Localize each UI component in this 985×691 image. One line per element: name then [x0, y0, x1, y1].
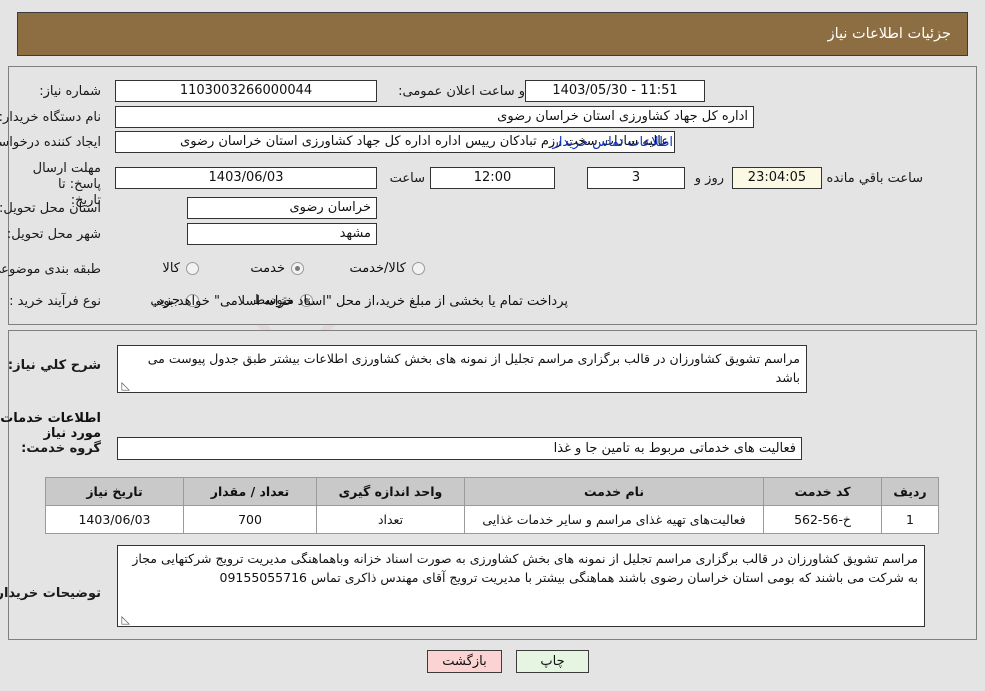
cell-quantity: 700: [183, 505, 317, 534]
col-header-quantity: تعداد / مقدار: [183, 477, 317, 506]
deadline-time-value: 12:00: [430, 167, 555, 189]
province-value: خراسان رضوی: [187, 197, 377, 219]
category-label: طبقه بندی موضوعی:: [0, 262, 101, 277]
description-value: مراسم تشویق کشاورزان در قالب برگزاری مرا…: [147, 351, 800, 385]
category-option-kala-khedmat[interactable]: کالا/خدمت: [349, 261, 425, 276]
need-details-page: جزئیات اطلاعات نیاز شماره نیاز: 11030032…: [0, 0, 985, 691]
category-option-label: کالا/خدمت: [349, 261, 406, 276]
buyer-contact-link[interactable]: اطلاعات تماس خریدار: [553, 135, 673, 150]
days-remaining-value: 3: [587, 167, 685, 189]
buyer-notes-label: توضیحات خریدار:: [0, 586, 101, 601]
cell-code: خ-56-562: [763, 505, 882, 534]
hour-label: ساعت: [389, 171, 425, 186]
page-title: جزئیات اطلاعات نیاز: [827, 26, 951, 42]
back-button[interactable]: بازگشت: [427, 650, 502, 673]
deadline-date-value: 1403/06/03: [115, 167, 377, 189]
requester-label: ایجاد کننده درخواست:: [0, 135, 101, 150]
city-value: مشهد: [187, 223, 377, 245]
category-option-kala[interactable]: کالا: [162, 261, 199, 276]
radio-indicator: [291, 262, 304, 275]
cell-date: 1403/06/03: [45, 505, 184, 534]
print-button[interactable]: چاپ: [516, 650, 589, 673]
col-header-unit: واحد اندازه گیری: [316, 477, 465, 506]
col-header-row: ردیف: [881, 477, 939, 506]
summary-panel: [8, 66, 977, 325]
buyer-org-label: نام دستگاه خریدار:: [0, 110, 101, 125]
radio-indicator: [412, 262, 425, 275]
countdown-value: 23:04:05: [732, 167, 822, 189]
service-group-label: گروه خدمت:: [21, 441, 101, 456]
category-option-label: کالا: [162, 261, 180, 276]
cell-name: فعالیت‌های تهیه غذای مراسم و سایر خدمات …: [464, 505, 764, 534]
services-table: ردیف کد خدمت نام خدمت واحد اندازه گیری ت…: [45, 477, 939, 534]
service-group-value: فعالیت های خدماتی مربوط به تامین جا و غذ…: [117, 437, 802, 460]
col-header-name: نام خدمت: [464, 477, 764, 506]
services-section-title: اطلاعات خدمات مورد نیاز: [0, 411, 101, 441]
resize-grip-icon[interactable]: ◺: [120, 614, 130, 625]
remaining-hours-label: ساعت باقي مانده: [826, 171, 923, 186]
treasury-note: پرداخت تمام یا بخشی از مبلغ خرید،از محل …: [153, 294, 568, 309]
cell-unit: تعداد: [316, 505, 465, 534]
radio-indicator: [186, 262, 199, 275]
category-option-label: خدمت: [250, 261, 285, 276]
table-header-row: ردیف کد خدمت نام خدمت واحد اندازه گیری ت…: [45, 477, 939, 506]
buyer-notes-value: مراسم تشویق کشاورزان در قالب برگزاری مرا…: [132, 551, 918, 585]
table-row: 1 خ-56-562 فعالیت‌های تهیه غذای مراسم و …: [45, 505, 939, 534]
col-header-date: تاریخ نیاز: [45, 477, 184, 506]
buyer-org-value: اداره کل جهاد کشاورزی استان خراسان رضوی: [115, 106, 754, 128]
buyer-notes-textarea[interactable]: مراسم تشویق کشاورزان در قالب برگزاری مرا…: [117, 545, 925, 627]
public-announce-value: 11:51 - 1403/05/30: [525, 80, 705, 102]
description-label: شرح کلي نیاز:: [7, 358, 101, 373]
days-label: روز و: [694, 171, 724, 186]
col-header-code: کد خدمت: [763, 477, 882, 506]
need-number-value: 1103003266000044: [115, 80, 377, 102]
services-table-wrapper: ردیف کد خدمت نام خدمت واحد اندازه گیری ت…: [45, 477, 939, 534]
description-textarea[interactable]: مراسم تشویق کشاورزان در قالب برگزاری مرا…: [117, 345, 807, 393]
need-number-label: شماره نیاز:: [39, 84, 101, 99]
province-label: استان محل تحویل:: [0, 201, 101, 216]
city-label: شهر محل تحویل:: [6, 227, 101, 242]
cell-row: 1: [881, 505, 939, 534]
resize-grip-icon[interactable]: ◺: [120, 380, 130, 391]
page-header: جزئیات اطلاعات نیاز: [17, 12, 968, 56]
category-option-khedmat[interactable]: خدمت: [250, 261, 304, 276]
process-label: نوع فرآیند خرید :: [9, 294, 101, 309]
